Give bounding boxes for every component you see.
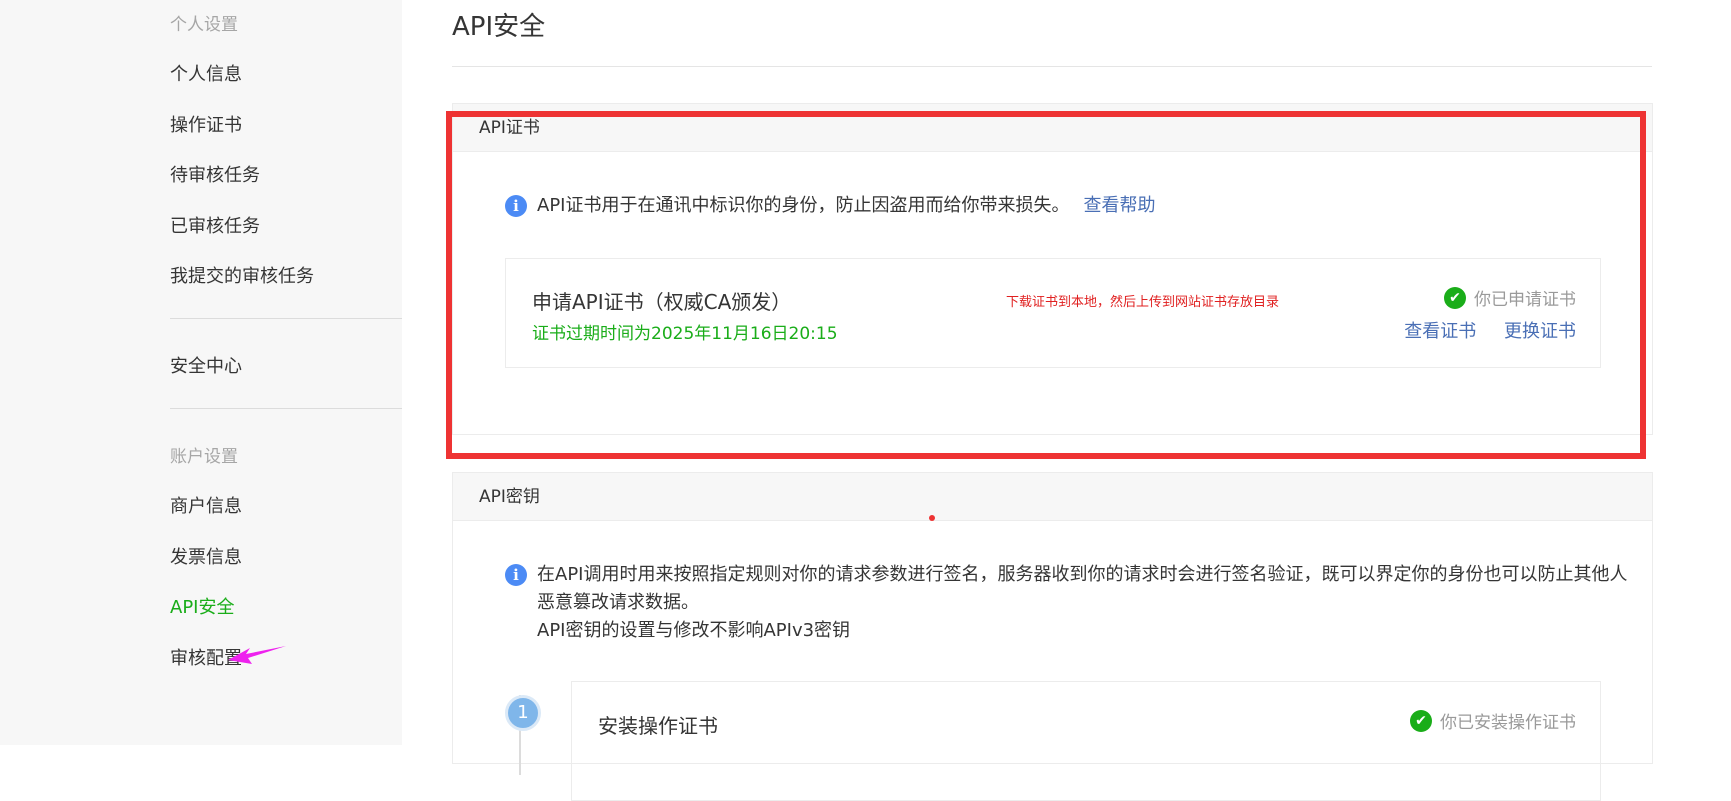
pointer-arrow-icon [228,646,286,664]
cert-card-title: 申请API证书（权威CA颁发） [532,290,792,314]
step-status-text: 你已安装操作证书 [1440,713,1576,733]
sidebar-item-operation-cert[interactable]: 操作证书 [170,111,242,137]
api-cert-info: i API证书用于在通讯中标识你的身份，防止因盗用而给你带来损失。 查看帮助 [505,192,1155,220]
cert-expire-text: 证书过期时间为2025年11月16日20:15 [532,324,838,344]
api-cert-panel: API证书 i API证书用于在通讯中标识你的身份，防止因盗用而给你带来损失。 … [452,103,1653,435]
check-circle-icon: ✔ [1410,709,1432,732]
api-key-info-line3: API密钥的设置与修改不影响APIv3密钥 [537,620,851,641]
api-key-info: i 在API调用时用来按照指定规则对你的请求参数进行签名，服务器收到你的请求时会… [505,561,1627,645]
sidebar-item-api-security[interactable]: API安全 [170,593,234,619]
sidebar-item-merchant-info[interactable]: 商户信息 [170,492,242,518]
api-cert-panel-header: API证书 [453,104,1652,152]
api-key-panel: API密钥 i 在API调用时用来按照指定规则对你的请求参数进行签名，服务器收到… [452,472,1653,801]
cert-status: ✔ 你已申请证书 [1444,285,1576,310]
sidebar-divider [170,318,402,319]
cert-actions: 查看证书 更换证书 [1404,317,1576,343]
title-divider [452,66,1652,67]
info-icon: i [505,564,527,586]
api-key-panel-header: API密钥 [453,473,1652,521]
sidebar-item-security-center[interactable]: 安全中心 [170,352,242,378]
sidebar-item-personal-info[interactable]: 个人信息 [170,60,242,86]
step-title: 安装操作证书 [598,714,718,738]
sidebar-item-my-submitted[interactable]: 我提交的审核任务 [170,262,314,288]
sidebar-group-account: 账户设置 [170,447,238,467]
sidebar-item-reviewed[interactable]: 已审核任务 [170,212,260,238]
help-link[interactable]: 查看帮助 [1083,192,1155,220]
main-content: API安全 API证书 i API证书用于在通讯中标识你的身份，防止因盗用而给你… [452,0,1653,801]
sidebar-group-personal: 个人设置 [170,15,238,35]
info-icon: i [505,195,527,217]
page-title: API安全 [452,12,546,42]
sidebar-divider [170,408,402,409]
api-key-info-line2: 恶意篡改请求数据。 [537,592,699,613]
replace-cert-link[interactable]: 更换证书 [1504,321,1576,342]
red-dot-marker [929,515,935,521]
check-circle-icon: ✔ [1444,286,1466,309]
api-cert-card: 申请API证书（权威CA颁发） 证书过期时间为2025年11月16日20:15 … [505,258,1601,368]
api-cert-info-text: API证书用于在通讯中标识你的身份，防止因盗用而给你带来损失。 [537,195,1070,216]
sidebar: 个人设置 个人信息 操作证书 待审核任务 已审核任务 我提交的审核任务 安全中心… [0,0,402,745]
install-cert-step-card: 安装操作证书 ✔ 你已安装操作证书 [571,681,1601,801]
cert-annotation-note: 下载证书到本地，然后上传到网站证书存放目录 [1006,295,1280,310]
api-key-info-line1: 在API调用时用来按照指定规则对你的请求参数进行签名，服务器收到你的请求时会进行… [537,564,1628,585]
sidebar-item-pending-review[interactable]: 待审核任务 [170,161,260,187]
step-status: ✔ 你已安装操作证书 [1410,708,1576,733]
cert-status-text: 你已申请证书 [1474,290,1576,310]
api-key-info-text: 在API调用时用来按照指定规则对你的请求参数进行签名，服务器收到你的请求时会进行… [537,561,1627,645]
view-cert-link[interactable]: 查看证书 [1404,321,1476,342]
sidebar-item-invoice-info[interactable]: 发票信息 [170,543,242,569]
step-number-badge: 1 [505,695,541,731]
